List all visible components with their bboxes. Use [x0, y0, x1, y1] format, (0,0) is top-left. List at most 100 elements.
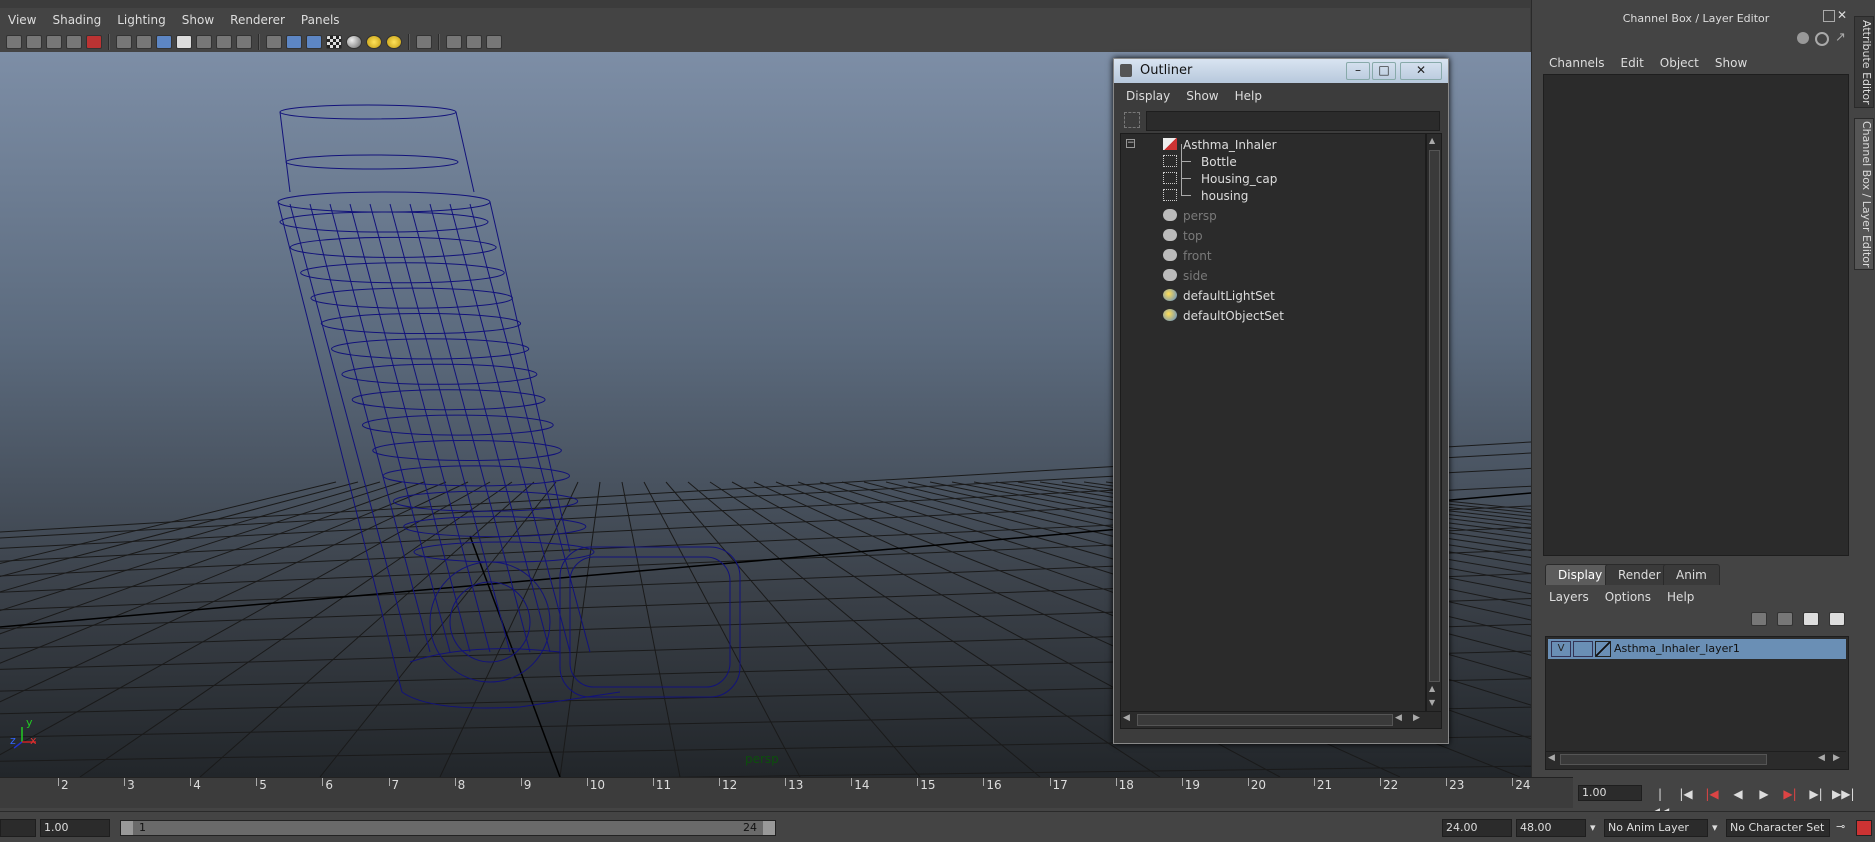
layer-row[interactable]: V Asthma_Inhaler_layer1: [1548, 639, 1846, 659]
layer-horizontal-scrollbar[interactable]: ◀ ◀ ▶: [1546, 751, 1846, 766]
outliner-vertical-scrollbar[interactable]: ▲ ▲ ▼: [1426, 133, 1442, 713]
outliner-item[interactable]: defaultLightSet: [1121, 286, 1421, 306]
float-panel-icon[interactable]: [1823, 10, 1835, 22]
outliner-menu-display[interactable]: Display: [1118, 89, 1178, 103]
scroll-right-icon[interactable]: ▶: [1833, 753, 1840, 763]
character-set-dropdown-icon[interactable]: ▾: [1712, 821, 1718, 834]
tab-attribute-editor[interactable]: Attribute Editor: [1854, 16, 1874, 108]
menu-layers[interactable]: Layers: [1541, 590, 1597, 604]
layer-display-icon[interactable]: [1815, 32, 1829, 46]
hud-icon[interactable]: [486, 35, 502, 49]
shadows-icon[interactable]: [386, 35, 402, 49]
grid-icon[interactable]: [116, 35, 132, 49]
outliner-filter-input[interactable]: [1146, 111, 1440, 131]
outliner-item[interactable]: side: [1121, 266, 1421, 286]
pin-icon[interactable]: ↗: [1835, 30, 1846, 45]
outliner-item[interactable]: front: [1121, 246, 1421, 266]
channel-box-icon[interactable]: [1797, 32, 1809, 44]
outliner-window[interactable]: Outliner – □ ✕ Display Show Help − Asthm…: [1113, 58, 1449, 744]
gate-mask-icon[interactable]: [176, 35, 192, 49]
scroll-up-icon[interactable]: ▲: [1429, 136, 1435, 145]
bookmark-icon[interactable]: [46, 35, 62, 49]
new-layer-icon[interactable]: [1803, 612, 1819, 626]
animation-start-field[interactable]: 1.00: [40, 819, 110, 837]
layer-display-type-toggle[interactable]: [1573, 641, 1593, 657]
scroll-thumb[interactable]: [1429, 150, 1440, 682]
tab-channel-box-layer-editor[interactable]: Channel Box / Layer Editor: [1854, 118, 1874, 270]
scroll-thumb[interactable]: [1560, 754, 1767, 765]
scroll-right-icon[interactable]: ▶: [1413, 713, 1420, 723]
anim-layer-select[interactable]: No Anim Layer: [1604, 819, 1708, 837]
scroll-left-icon[interactable]: ◀: [1123, 713, 1130, 723]
channel-box-area[interactable]: [1543, 74, 1849, 556]
character-set-select[interactable]: No Character Set: [1726, 819, 1830, 837]
menu-panels[interactable]: Panels: [293, 13, 348, 27]
image-plane-icon[interactable]: [66, 35, 82, 49]
preferences-icon[interactable]: [1856, 820, 1872, 836]
time-slider[interactable]: 2 3 4 5 6 7 8 9 10 11 12 13 14 15 16 17 18 19 20 21 22 23 24: [0, 777, 1573, 808]
safe-action-icon[interactable]: [216, 35, 232, 49]
layer-list[interactable]: V Asthma_Inhaler_layer1 ◀ ◀ ▶: [1545, 636, 1849, 770]
close-panel-icon[interactable]: ✕: [1837, 8, 1847, 22]
menu-shading[interactable]: Shading: [44, 13, 109, 27]
playback-range-slider[interactable]: 1 24: [120, 820, 776, 836]
menu-edit[interactable]: Edit: [1613, 56, 1652, 70]
textured-icon[interactable]: [326, 35, 342, 49]
camera-attributes-icon[interactable]: [26, 35, 42, 49]
xray-icon[interactable]: [446, 35, 462, 49]
tab-anim[interactable]: Anim: [1663, 564, 1720, 585]
scroll-left-icon[interactable]: ◀: [1548, 753, 1555, 763]
field-chart-icon[interactable]: [196, 35, 212, 49]
step-forward-key-icon[interactable]: ▶|: [1780, 785, 1800, 803]
menu-help-layers[interactable]: Help: [1659, 590, 1702, 604]
resolution-gate-icon[interactable]: [156, 35, 172, 49]
go-to-start-icon[interactable]: |◀◀: [1650, 785, 1670, 819]
select-camera-icon[interactable]: [6, 35, 22, 49]
move-layer-up-icon[interactable]: [1751, 612, 1767, 626]
scroll-up-icon[interactable]: ▲: [1429, 684, 1435, 693]
scroll-left-icon[interactable]: ◀: [1395, 713, 1402, 723]
default-lighting-icon[interactable]: [346, 35, 362, 49]
go-to-end-icon[interactable]: ▶▶|: [1832, 785, 1855, 803]
layer-name[interactable]: Asthma_Inhaler_layer1: [1614, 642, 1740, 655]
menu-show-channels[interactable]: Show: [1707, 56, 1755, 70]
xray-joints-icon[interactable]: [466, 35, 482, 49]
move-layer-down-icon[interactable]: [1777, 612, 1793, 626]
outliner-item[interactable]: persp: [1121, 206, 1421, 226]
animation-end-field[interactable]: 48.00: [1516, 819, 1586, 837]
anim-layer-dropdown-icon[interactable]: ▾: [1590, 821, 1596, 834]
menu-show[interactable]: Show: [174, 13, 222, 27]
menu-view[interactable]: View: [0, 13, 44, 27]
filter-select-icon[interactable]: [1124, 112, 1140, 128]
menu-channels[interactable]: Channels: [1541, 56, 1613, 70]
wireframe-on-shaded-icon[interactable]: [306, 35, 322, 49]
layer-visibility-toggle[interactable]: V: [1551, 641, 1571, 657]
play-backwards-icon[interactable]: ◀: [1728, 785, 1748, 803]
smooth-shade-icon[interactable]: [286, 35, 302, 49]
isolate-select-icon[interactable]: [416, 35, 432, 49]
minimize-icon[interactable]: –: [1346, 62, 1370, 80]
outliner-item[interactable]: top: [1121, 226, 1421, 246]
playback-end-field[interactable]: 24.00: [1442, 819, 1512, 837]
current-time-field[interactable]: 1.00: [1578, 785, 1642, 801]
step-forward-frame-icon[interactable]: ▶|: [1806, 785, 1826, 803]
step-back-key-icon[interactable]: |◀: [1702, 785, 1722, 803]
safe-title-icon[interactable]: [236, 35, 252, 49]
outliner-tree[interactable]: − Asthma_Inhaler Bottle Housing_cap hous…: [1120, 133, 1426, 713]
layer-color-swatch[interactable]: [1595, 641, 1611, 657]
menu-options[interactable]: Options: [1597, 590, 1659, 604]
range-handle-end[interactable]: [763, 821, 775, 835]
menu-lighting[interactable]: Lighting: [109, 13, 174, 27]
range-handle-start[interactable]: [121, 821, 133, 835]
outliner-horizontal-scrollbar[interactable]: ◀ ◀ ▶: [1120, 711, 1442, 729]
outliner-titlebar[interactable]: Outliner – □ ✕: [1114, 59, 1448, 83]
range-left-field[interactable]: [0, 819, 36, 837]
menu-renderer[interactable]: Renderer: [222, 13, 293, 27]
step-back-frame-icon[interactable]: |◀: [1676, 785, 1696, 803]
outliner-item[interactable]: housing: [1121, 186, 1421, 206]
maximize-icon[interactable]: □: [1372, 62, 1396, 80]
scroll-left-icon[interactable]: ◀: [1818, 753, 1825, 763]
play-forwards-icon[interactable]: ▶: [1754, 785, 1774, 803]
close-icon[interactable]: ✕: [1400, 62, 1442, 80]
key-icon[interactable]: ⊸: [1836, 820, 1845, 833]
